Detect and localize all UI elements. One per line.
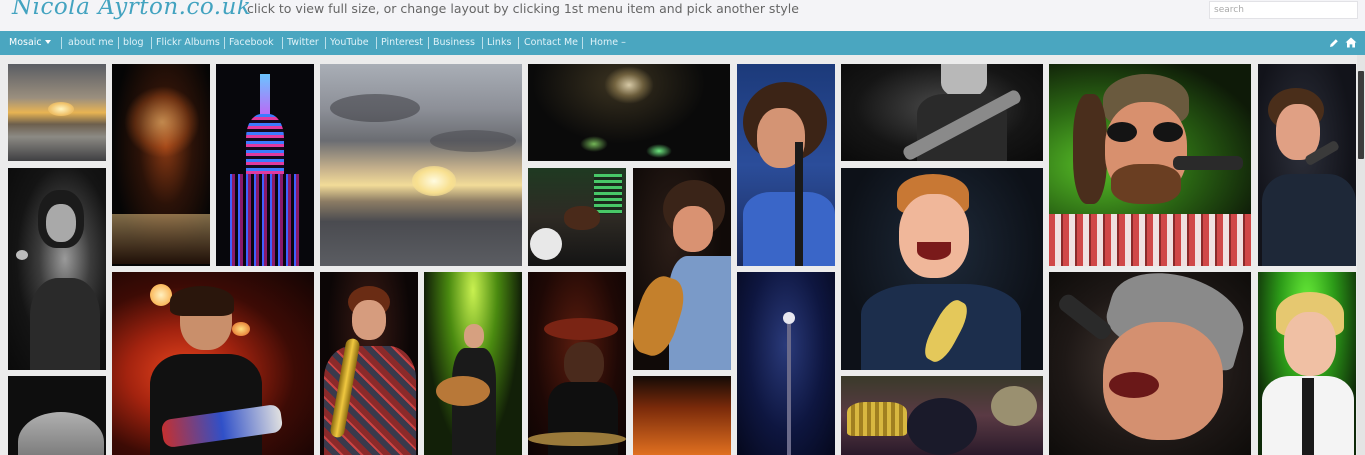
site-tagline: click to view full size, or change layou… (247, 1, 799, 16)
site-header: Nicola Ayrton.co.uk click to view full s… (0, 0, 1365, 31)
nav-separator (428, 37, 429, 49)
nav-separator (582, 37, 583, 49)
female-singer-black-white-photo[interactable] (8, 168, 106, 370)
drum-kit-photo[interactable] (528, 168, 626, 266)
drummer-photo[interactable] (528, 272, 626, 455)
nav-separator (482, 37, 483, 49)
home-icon[interactable] (1345, 37, 1357, 48)
nav-item-twitter[interactable]: Twitter (287, 37, 319, 48)
sunset-clouds-photo[interactable] (320, 64, 522, 266)
nav-item-blog[interactable]: blog (123, 37, 144, 48)
singer-with-cap-photo[interactable] (1049, 272, 1251, 455)
page-scrollbar[interactable] (1357, 55, 1365, 455)
smiling-singer-sunglasses-photo[interactable] (1049, 64, 1251, 266)
singer-blue-light-photo[interactable] (1258, 64, 1356, 266)
main-navigation: Mosaic about me blog Flickr Albums Faceb… (0, 31, 1365, 55)
nav-separator (151, 37, 152, 49)
pencil-icon[interactable] (1329, 38, 1339, 48)
nav-separator (325, 37, 326, 49)
nav-separator (282, 37, 283, 49)
nav-item-contact-me[interactable]: Contact Me (524, 37, 578, 48)
scrollbar-thumb[interactable] (1358, 71, 1364, 159)
nav-separator (118, 37, 119, 49)
site-logo[interactable]: Nicola Ayrton.co.uk (12, 0, 251, 20)
nav-item-about-me[interactable]: about me (68, 37, 114, 48)
nav-item-links[interactable]: Links (487, 37, 511, 48)
nav-item-pinterest[interactable]: Pinterest (381, 37, 423, 48)
nav-item-business[interactable]: Business (433, 37, 475, 48)
nav-separator (224, 37, 225, 49)
bald-head-black-white-photo[interactable] (8, 376, 106, 455)
boy-performer-green-photo[interactable] (1258, 272, 1356, 455)
nav-item-facebook[interactable]: Facebook (229, 37, 274, 48)
nav-item-flickr-albums[interactable]: Flickr Albums (156, 37, 220, 48)
sunset-sky-photo[interactable] (633, 376, 731, 455)
search-input[interactable] (1209, 1, 1358, 19)
party-hats-photo[interactable] (841, 376, 1043, 455)
laughing-man-ukulele-photo[interactable] (841, 168, 1043, 370)
caret-down-icon (44, 40, 51, 44)
nav-item-youtube[interactable]: YouTube (330, 37, 369, 48)
guitarist-black-white-photo[interactable] (841, 64, 1043, 161)
sunset-beach-photo[interactable] (8, 64, 106, 161)
nav-separator (376, 37, 377, 49)
nav-mosaic-dropdown[interactable]: Mosaic (9, 37, 51, 48)
nav-mosaic-label: Mosaic (9, 37, 42, 48)
nav-separator (61, 37, 62, 49)
saxophonist-photo[interactable] (320, 272, 418, 455)
nav-item-home[interactable]: Home – (590, 37, 626, 48)
guitarist-singing-photo[interactable] (633, 168, 731, 370)
illuminated-tower-photo[interactable] (216, 64, 314, 266)
acoustic-guitarist-green-photo[interactable] (424, 272, 522, 455)
mic-stand-blue-photo[interactable] (737, 272, 835, 455)
singer-with-microphone-photo[interactable] (737, 64, 835, 266)
guitarist-red-stage-photo[interactable] (112, 272, 314, 455)
fireworks-wide-photo[interactable] (528, 64, 730, 161)
nav-separator (518, 37, 519, 49)
fireworks-photo[interactable] (112, 64, 210, 266)
